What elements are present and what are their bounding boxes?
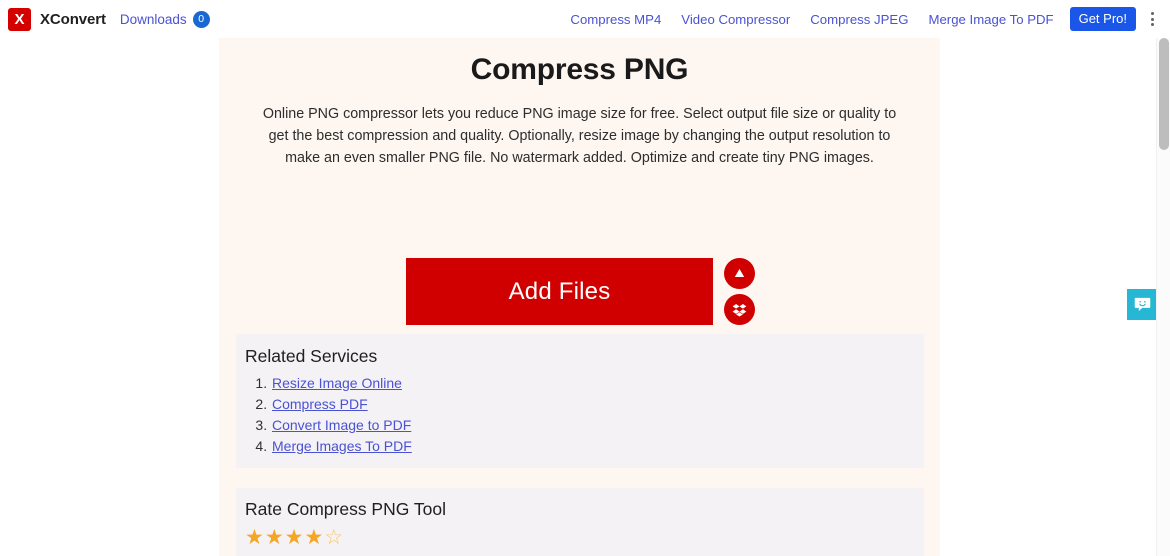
feedback-smiley-icon — [1134, 297, 1150, 311]
main-content-panel: Compress PNG Online PNG compressor lets … — [219, 38, 940, 556]
star-icon-5[interactable]: ☆ — [324, 527, 343, 548]
add-files-button[interactable]: Add Files — [406, 258, 713, 325]
browser-viewport: X XConvert Downloads 0 Compress MP4 Vide… — [0, 0, 1170, 556]
google-drive-icon — [734, 268, 745, 277]
related-link-convert-image-to-pdf[interactable]: Convert Image to PDF — [272, 417, 411, 433]
dropbox-button[interactable] — [724, 294, 755, 325]
nav-link-video-compressor[interactable]: Video Compressor — [671, 12, 800, 27]
main-navigation: Compress MP4 Video Compressor Compress J… — [560, 6, 1170, 32]
related-link-compress-pdf[interactable]: Compress PDF — [272, 396, 368, 412]
star-icon-3[interactable]: ★ — [285, 527, 304, 548]
list-item: Compress PDF — [271, 394, 924, 415]
related-services-heading: Related Services — [245, 346, 378, 366]
google-drive-button[interactable] — [724, 258, 755, 289]
dropbox-icon — [732, 304, 747, 317]
nav-link-merge-image-to-pdf[interactable]: Merge Image To PDF — [918, 12, 1063, 27]
list-item: Merge Images To PDF — [271, 436, 924, 457]
feedback-widget-button[interactable] — [1127, 289, 1157, 320]
related-services-list: Resize Image Online Compress PDF Convert… — [245, 373, 924, 457]
xconvert-logo-icon: X — [8, 7, 31, 31]
rating-card: Rate Compress PNG Tool ★ ★ ★ ★ ☆ — [236, 488, 924, 556]
site-header: X XConvert Downloads 0 Compress MP4 Vide… — [0, 0, 1170, 38]
rating-heading: Rate Compress PNG Tool — [245, 499, 447, 519]
get-pro-button[interactable]: Get Pro! — [1069, 6, 1136, 32]
scrollbar-thumb[interactable] — [1159, 38, 1169, 150]
star-rating[interactable]: ★ ★ ★ ★ ☆ — [245, 527, 924, 548]
page-description: Online PNG compressor lets you reduce PN… — [262, 106, 897, 166]
list-item: Convert Image to PDF — [271, 415, 924, 436]
downloads-label: Downloads — [119, 11, 187, 27]
list-item: Resize Image Online — [271, 373, 924, 394]
brand-logo[interactable]: X XConvert — [8, 7, 106, 31]
nav-link-compress-mp4[interactable]: Compress MP4 — [560, 12, 671, 27]
related-link-merge-images-to-pdf[interactable]: Merge Images To PDF — [272, 438, 412, 454]
cloud-import-buttons — [724, 258, 755, 325]
page-scrollbar[interactable] — [1156, 0, 1170, 556]
upload-controls: Add Files — [406, 258, 755, 325]
downloads-count-badge: 0 — [192, 10, 210, 28]
star-icon-1[interactable]: ★ — [245, 527, 264, 548]
related-link-resize-image-online[interactable]: Resize Image Online — [272, 375, 402, 391]
page-title: Compress PNG — [470, 53, 689, 86]
star-icon-2[interactable]: ★ — [265, 527, 284, 548]
kebab-menu-icon[interactable] — [1142, 6, 1162, 32]
brand-name: XConvert — [40, 10, 106, 28]
related-services-card: Related Services Resize Image Online Com… — [236, 334, 924, 468]
nav-link-compress-jpeg[interactable]: Compress JPEG — [800, 12, 918, 27]
downloads-link[interactable]: Downloads 0 — [119, 10, 210, 28]
star-icon-4[interactable]: ★ — [304, 527, 323, 548]
